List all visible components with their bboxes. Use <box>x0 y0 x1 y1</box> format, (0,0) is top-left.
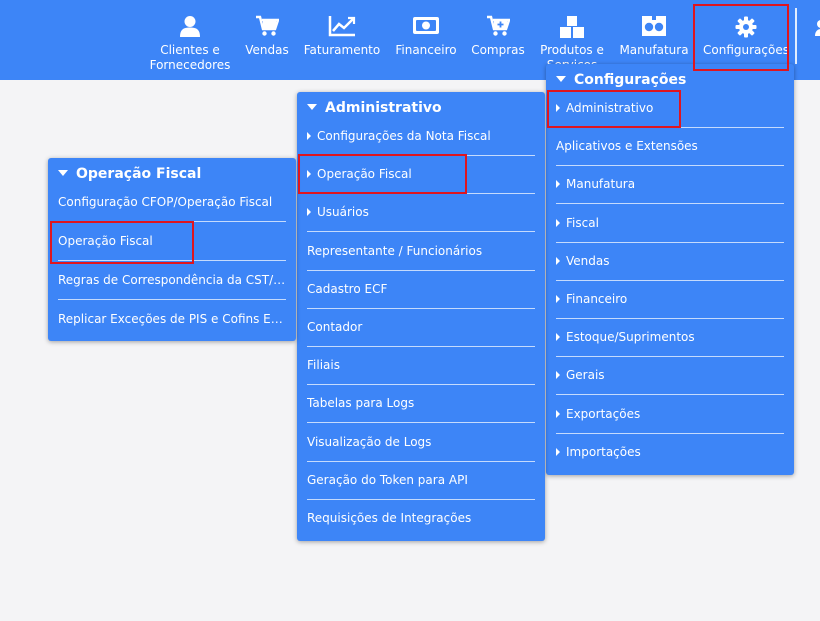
menu-item-label: Cadastro ECF <box>307 281 388 296</box>
menu-item-label: Representante / Funcionários <box>307 243 483 258</box>
caret-right-icon <box>556 104 560 112</box>
menu-item-label: Vendas <box>566 253 610 268</box>
cart-icon <box>240 15 294 39</box>
nav-label: Configurações <box>703 43 789 57</box>
menu-item[interactable]: Importações <box>556 434 784 472</box>
caret-down-icon <box>307 104 317 110</box>
menu-item[interactable]: Manufatura <box>556 166 784 205</box>
menu-item-label: Estoque/Suprimentos <box>566 330 695 345</box>
menu-header[interactable]: Administrativo <box>307 100 442 116</box>
menu-item-label: Usuários <box>317 205 369 220</box>
menu-item[interactable]: Financeiro <box>556 281 784 319</box>
menu-item-label: Configuração CFOP/Operação Fiscal <box>58 195 273 209</box>
caret-right-icon <box>307 208 311 217</box>
menu-operacao-fiscal: Operação Fiscal Configuração CFOP/Operaç… <box>48 158 296 341</box>
cubes-icon <box>536 15 608 39</box>
menu-item[interactable]: Operação Fiscal <box>58 223 286 261</box>
menu-item[interactable]: Exportações <box>556 396 784 434</box>
menu-item[interactable]: Usuários <box>307 194 535 233</box>
money-icon <box>392 15 460 39</box>
menu-item-label: Geração do Token para API <box>307 472 468 487</box>
menu-item[interactable]: Administrativo <box>556 90 784 128</box>
nav-label: Compras <box>471 43 525 57</box>
nav-label: Clientes e Fornecedores <box>149 43 231 72</box>
caret-right-icon <box>556 333 560 342</box>
menu-configuracoes: Configurações Administrativo Aplicativos … <box>546 64 794 475</box>
menu-administrativo: Administrativo Configurações da Nota Fis… <box>297 92 545 541</box>
menu-item[interactable]: Contador <box>307 309 535 347</box>
caret-right-icon <box>307 132 311 140</box>
caret-right-icon <box>307 170 311 179</box>
caret-right-icon <box>556 447 560 456</box>
menu-item-label: Administrativo <box>566 101 654 115</box>
menu-item[interactable]: Gerais <box>556 357 784 396</box>
industry-icon <box>616 15 692 39</box>
menu-item-label: Tabelas para Logs <box>307 396 415 411</box>
menu-header[interactable]: Configurações <box>556 72 686 88</box>
menu-item-label: Aplicativos e Extensões <box>556 139 698 154</box>
menu-item-label: Manufatura <box>566 177 636 192</box>
caret-down-icon <box>556 76 566 82</box>
menu-item[interactable]: Replicar Exceções de PIS e Cofins Entre … <box>58 301 286 339</box>
menu-item[interactable]: Representante / Funcionários <box>307 233 535 271</box>
menu-item-label: Configurações da Nota Fiscal <box>317 129 491 143</box>
nav-label: Manufatura <box>619 43 689 57</box>
nav-clientes-fornecedores[interactable]: Clientes e Fornecedores <box>146 0 234 80</box>
menu-item-label: Exportações <box>566 406 641 421</box>
menu-item[interactable]: Tabelas para Logs <box>307 385 535 424</box>
menu-item-label: Filiais <box>307 358 340 373</box>
chart-line-icon <box>302 15 382 39</box>
nav-compras[interactable]: Compras <box>468 0 528 80</box>
menu-header[interactable]: Operação Fiscal <box>58 166 201 182</box>
menu-item[interactable]: Requisições de Integrações <box>307 500 535 538</box>
menu-item-label: Replicar Exceções de PIS e Cofins Entre … <box>58 312 286 326</box>
caret-right-icon <box>556 295 560 303</box>
menu-item-label: Gerais <box>566 368 605 383</box>
nav-label: Faturamento <box>303 43 381 57</box>
nav-label: Vendas <box>245 43 289 57</box>
gear-icon <box>702 15 790 39</box>
menu-item-label: Fiscal <box>566 215 599 230</box>
menu-item[interactable]: Fiscal <box>556 205 784 243</box>
menu-item-label: Importações <box>566 444 641 459</box>
nav-vendas[interactable]: Vendas <box>240 0 294 80</box>
nav-label: Financeiro <box>395 43 457 57</box>
menu-item[interactable]: Configurações da Nota Fiscal <box>307 118 535 156</box>
menu-item-label: Financeiro <box>566 292 628 306</box>
menu-item-label: Operação Fiscal <box>317 167 412 182</box>
caret-right-icon <box>556 218 560 227</box>
menu-item-label: Operação Fiscal <box>58 234 153 248</box>
menu-item[interactable]: Cadastro ECF <box>307 271 535 309</box>
nav-divider <box>795 8 797 64</box>
caret-down-icon <box>58 170 68 176</box>
caret-right-icon <box>556 371 560 380</box>
menu-item[interactable]: Configuração CFOP/Operação Fiscal <box>58 184 286 222</box>
user-group-icon[interactable] <box>813 18 820 46</box>
nav-label: Produtos e Serviços <box>540 43 604 64</box>
menu-item[interactable]: Estoque/Suprimentos <box>556 319 784 358</box>
caret-right-icon <box>556 409 560 418</box>
menu-item[interactable]: Filiais <box>307 347 535 386</box>
caret-right-icon <box>556 180 560 189</box>
user-icon <box>146 15 234 39</box>
menu-item[interactable]: Regras de Correspondência da CST/CSOSN <box>58 262 286 300</box>
caret-right-icon <box>556 256 560 265</box>
menu-item-label: Regras de Correspondência da CST/CSOSN <box>58 273 286 287</box>
menu-item[interactable]: Operação Fiscal <box>307 156 535 195</box>
menu-item[interactable]: Aplicativos e Extensões <box>556 128 784 167</box>
nav-faturamento[interactable]: Faturamento <box>302 0 382 80</box>
nav-produtos-servicos[interactable]: Produtos e Serviços <box>536 0 608 64</box>
menu-item[interactable]: Geração do Token para API <box>307 462 535 500</box>
nav-financeiro[interactable]: Financeiro <box>392 0 460 80</box>
menu-item-label: Requisições de Integrações <box>307 511 472 525</box>
menu-item-label: Visualização de Logs <box>307 434 432 449</box>
menu-item[interactable]: Visualização de Logs <box>307 424 535 462</box>
cart-plus-icon <box>468 15 528 39</box>
menu-item[interactable]: Vendas <box>556 243 784 281</box>
menu-item-label: Contador <box>307 320 363 334</box>
